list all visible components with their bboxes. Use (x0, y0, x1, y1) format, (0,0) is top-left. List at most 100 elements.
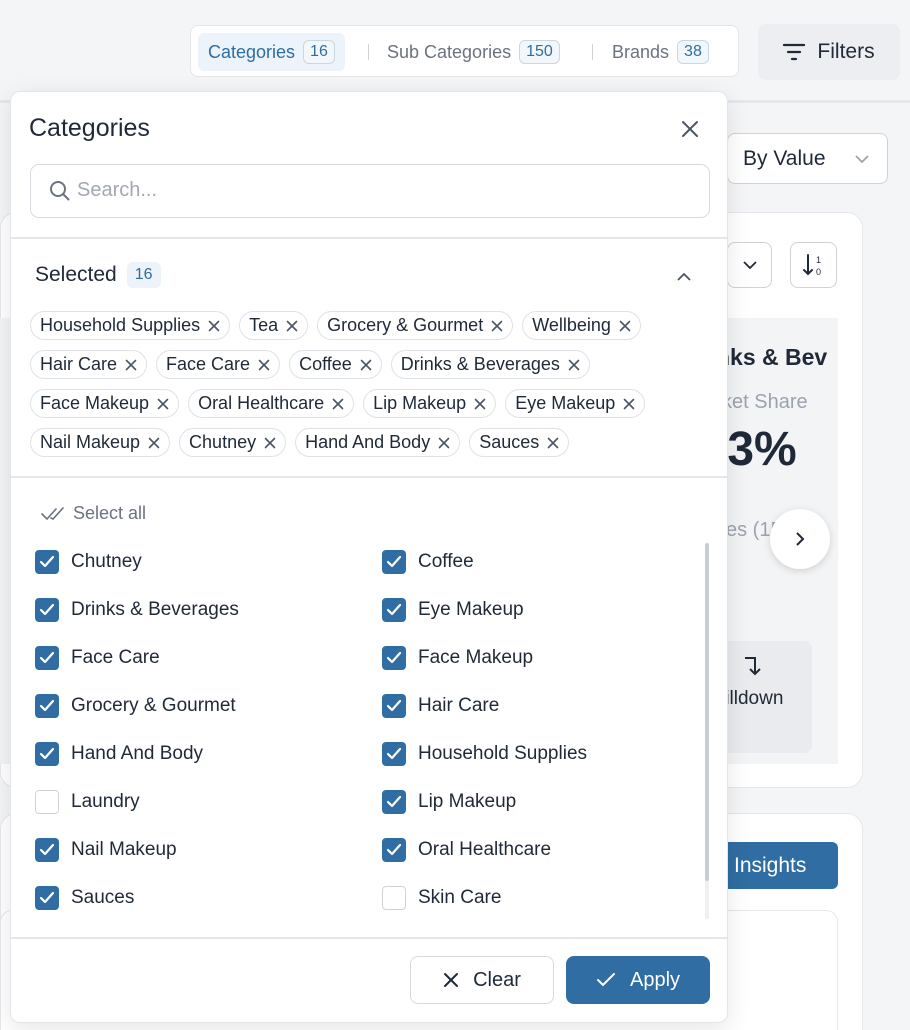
carousel-next-button[interactable] (770, 509, 830, 569)
checkbox-checked[interactable] (35, 886, 59, 910)
svg-text:1: 1 (816, 255, 821, 265)
selected-header: Selected 16 (35, 262, 161, 288)
option-label: Hand And Body (71, 743, 204, 764)
category-option[interactable]: Drinks & Beverages (35, 598, 239, 622)
category-option[interactable]: Skin Care (382, 886, 501, 910)
chip-label: Hair Care (40, 354, 118, 374)
market-share-label: ket Share (722, 391, 808, 413)
chip-row: Hair Care Face Care Coffee Drinks & Beverag… (30, 350, 710, 379)
category-option[interactable]: Chutney (35, 550, 142, 574)
apply-button[interactable]: Apply (566, 956, 710, 1004)
remove-chip-icon[interactable] (148, 437, 160, 449)
checkbox-checked[interactable] (382, 790, 406, 814)
checkbox-checked[interactable] (35, 646, 59, 670)
category-option[interactable]: Face Makeup (382, 646, 533, 670)
tab-count: 38 (677, 40, 709, 64)
remove-chip-icon[interactable] (258, 359, 270, 371)
sort-icon: 1 0 (802, 254, 821, 277)
checkbox-checked[interactable] (35, 694, 59, 718)
tab-categories[interactable]: Categories 16 (198, 33, 345, 71)
checkbox-checked[interactable] (382, 550, 406, 574)
category-option[interactable]: Oral Healthcare (382, 838, 551, 862)
sort-order-button[interactable]: 1 0 (790, 242, 837, 288)
remove-chip-icon[interactable] (491, 320, 503, 332)
selected-chip: Lip Makeup (363, 389, 497, 418)
chip-label: Household Supplies (40, 315, 201, 335)
selected-chips: Household Supplies Tea Grocery & Gourmet We… (30, 311, 710, 467)
category-option[interactable]: Hand And Body (35, 742, 203, 766)
checkbox-checked[interactable] (35, 598, 59, 622)
remove-chip-icon[interactable] (157, 398, 169, 410)
sort-dropdown[interactable]: By Value (727, 133, 888, 184)
chip-label: Hand And Body (305, 432, 431, 452)
search-box (30, 164, 710, 218)
remove-chip-icon[interactable] (623, 398, 635, 410)
clear-button[interactable]: Clear (410, 956, 554, 1004)
category-option[interactable]: Face Care (35, 646, 160, 670)
tab-brands[interactable]: Brands 38 (602, 33, 719, 71)
category-option[interactable]: Sauces (35, 886, 134, 910)
chip-label: Chutney (189, 432, 257, 452)
option-label: Eye Makeup (418, 599, 524, 620)
checkbox-checked[interactable] (382, 646, 406, 670)
option-label: Laundry (71, 791, 140, 812)
option-label: Coffee (418, 551, 474, 572)
list-scrollbar-thumb[interactable] (705, 543, 709, 881)
option-label: Nail Makeup (71, 839, 177, 860)
close-button[interactable] (677, 116, 703, 142)
option-label: Chutney (71, 551, 142, 572)
tab-count: 150 (519, 40, 560, 64)
category-option-list: Chutney Coffee Drinks & Beverages Eye Makeu… (35, 542, 707, 917)
period-dropdown[interactable] (727, 242, 772, 288)
remove-chip-icon[interactable] (474, 398, 486, 410)
checkbox-checked[interactable] (382, 838, 406, 862)
search-input[interactable] (77, 165, 697, 216)
checkbox-checked[interactable] (35, 838, 59, 862)
insights-label: Insights (734, 853, 807, 877)
checkbox-checked[interactable] (382, 598, 406, 622)
remove-chip-icon[interactable] (264, 437, 276, 449)
category-option[interactable]: Household Supplies (382, 742, 587, 766)
chip-label: Face Care (166, 354, 251, 374)
remove-chip-icon[interactable] (360, 359, 372, 371)
chip-label: Lip Makeup (373, 393, 467, 413)
category-option[interactable]: Hair Care (382, 694, 499, 718)
category-option[interactable]: Lip Makeup (382, 790, 516, 814)
checkbox-checked[interactable] (35, 550, 59, 574)
collapse-selected-button[interactable] (671, 264, 697, 290)
tab-sub-categories[interactable]: Sub Categories 150 (377, 33, 570, 71)
category-option[interactable]: Eye Makeup (382, 598, 524, 622)
option-label: Drinks & Beverages (71, 599, 239, 620)
option-label: Skin Care (418, 887, 502, 908)
remove-chip-icon[interactable] (568, 359, 580, 371)
chip-label: Oral Healthcare (198, 393, 325, 413)
remove-chip-icon[interactable] (547, 437, 559, 449)
remove-chip-icon[interactable] (125, 359, 137, 371)
checkbox-unchecked[interactable] (382, 886, 406, 910)
checkbox-unchecked[interactable] (35, 790, 59, 814)
category-option[interactable]: Grocery & Gourmet (35, 694, 236, 718)
chip-row: Face Makeup Oral Healthcare Lip Makeup Eye … (30, 389, 710, 418)
tab-label: Categories (208, 41, 296, 62)
category-option[interactable]: Laundry (35, 790, 140, 814)
tab-label: Brands (612, 41, 670, 62)
checkbox-checked[interactable] (35, 742, 59, 766)
category-option[interactable]: Nail Makeup (35, 838, 177, 862)
category-option[interactable]: Coffee (382, 550, 474, 574)
categories-popover: Categories Selected 16 Household Supplie… (10, 91, 728, 1023)
tab-separator (592, 44, 593, 60)
remove-chip-icon[interactable] (286, 320, 298, 332)
remove-chip-icon[interactable] (208, 320, 220, 332)
select-all-button[interactable]: Select all (41, 503, 146, 524)
search-icon (50, 181, 70, 201)
chip-row: Nail Makeup Chutney Hand And Body Sauces (30, 428, 710, 457)
remove-chip-icon[interactable] (619, 320, 631, 332)
remove-chip-icon[interactable] (438, 437, 450, 449)
filters-button[interactable]: Filters (758, 24, 900, 80)
checkbox-checked[interactable] (382, 742, 406, 766)
chip-label: Nail Makeup (40, 432, 141, 452)
remove-chip-icon[interactable] (332, 398, 344, 410)
card-title: nks & Bev (716, 344, 828, 370)
selected-chip: Drinks & Beverages (390, 350, 590, 379)
checkbox-checked[interactable] (382, 694, 406, 718)
